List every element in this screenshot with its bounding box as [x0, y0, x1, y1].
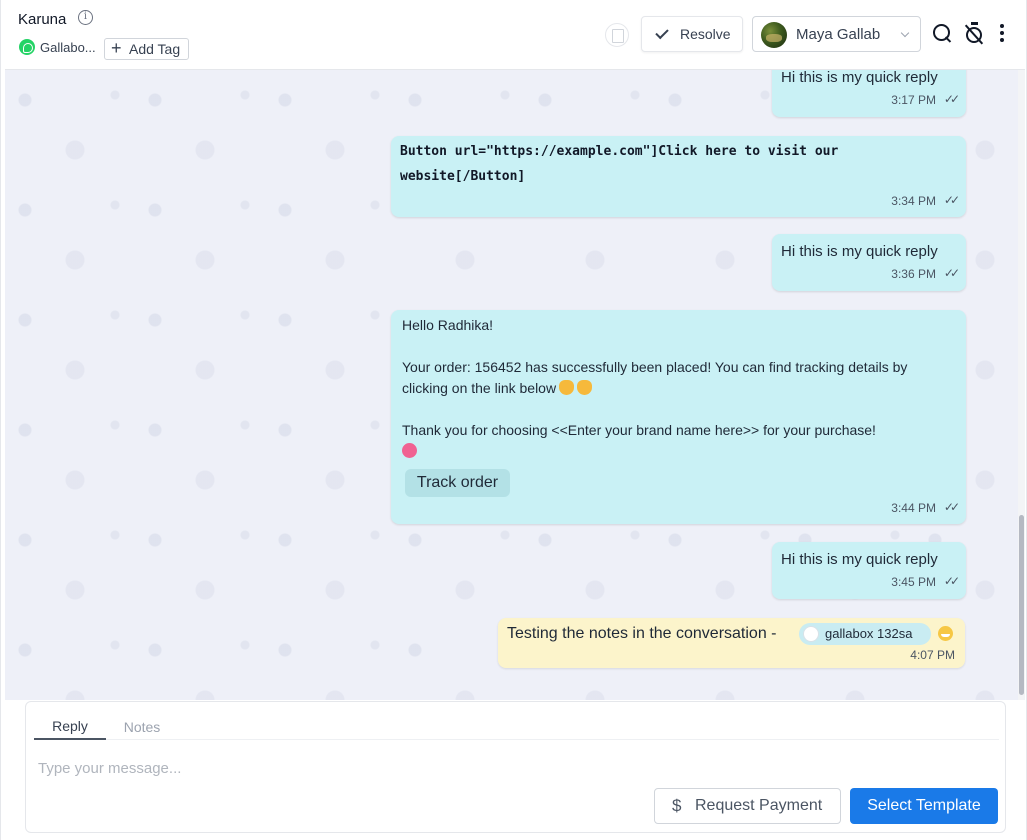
message-time: 3:36 PM	[891, 267, 936, 281]
pointing-down-icon	[577, 380, 593, 395]
message-spacer	[402, 336, 954, 357]
mention-avatar	[803, 626, 819, 642]
double-check-icon: ✓✓	[943, 574, 960, 588]
message-text: Hi this is my quick reply	[781, 70, 938, 86]
note-time: 4:07 PM	[910, 648, 955, 662]
add-tag-button[interactable]: + Add Tag	[104, 38, 189, 60]
message-bubble: Hi this is my quick reply 3:17 PM ✓✓	[772, 70, 966, 117]
note-text: Testing the notes in the conversation -	[507, 625, 777, 642]
tab-reply[interactable]: Reply	[34, 714, 106, 740]
snooze-knob	[971, 22, 978, 25]
message-line: Your order: 156452 has successfully been…	[402, 357, 954, 399]
message-line	[402, 441, 954, 462]
pointing-down-icon	[559, 380, 575, 395]
smile-emoji-icon	[938, 626, 953, 641]
request-payment-label: Request Payment	[695, 797, 823, 814]
message-list[interactable]: Hi this is my quick reply 3:17 PM ✓✓ But…	[5, 70, 1018, 700]
message-line: Button url="https://example.com"]Click h…	[400, 144, 839, 159]
request-payment-button[interactable]: $ Request Payment	[654, 788, 841, 824]
message-text: Hi this is my quick reply	[781, 243, 938, 260]
agent-avatar	[761, 22, 787, 48]
double-check-icon: ✓✓	[943, 193, 960, 207]
scrollbar-thumb[interactable]	[1019, 515, 1024, 695]
snooze-off-icon[interactable]	[964, 22, 986, 46]
conversation-header: Karuna i Gallabo... + Add Tag Resolve Ma…	[5, 0, 1025, 70]
message-spacer	[402, 399, 954, 420]
select-template-button[interactable]: Select Template	[850, 788, 998, 824]
message-bubble: Hi this is my quick reply 3:36 PM ✓✓	[772, 234, 966, 291]
dollar-icon: $	[672, 796, 682, 815]
message-bubble: Hello Radhika! Your order: 156452 has su…	[391, 310, 966, 524]
tab-notes[interactable]: Notes	[114, 714, 170, 740]
assignee-select[interactable]: Maya Gallab	[752, 16, 921, 52]
message-input[interactable]	[38, 757, 638, 779]
more-dot	[1000, 38, 1004, 42]
message-time: 3:17 PM	[891, 93, 936, 107]
note-bubble: Testing the notes in the conversation - …	[498, 618, 965, 668]
more-vertical-icon[interactable]	[999, 24, 1005, 44]
check-icon	[655, 25, 669, 40]
message-time: 3:34 PM	[891, 194, 936, 208]
double-check-icon: ✓✓	[943, 266, 960, 280]
resolve-label: Resolve	[680, 26, 731, 42]
more-dot	[1000, 31, 1004, 35]
message-text: Hi this is my quick reply	[781, 551, 938, 568]
message-bubble: Button url="https://example.com"]Click h…	[391, 136, 966, 217]
message-body: Thank you for choosing <<Enter your bran…	[402, 422, 876, 438]
double-check-icon: ✓✓	[943, 500, 960, 514]
composer-tabs: Reply Notes	[34, 714, 999, 740]
more-dot	[1000, 24, 1004, 28]
double-check-icon: ✓✓	[943, 92, 960, 106]
search-icon[interactable]	[933, 24, 953, 44]
add-tag-label: Add Tag	[129, 41, 181, 57]
message-line: website[/Button]	[400, 169, 526, 184]
message-line: Thank you for choosing <<Enter your bran…	[402, 420, 954, 441]
mention-chip[interactable]: gallabox 132sa	[799, 623, 931, 645]
message-text: Button url="https://example.com"]Click h…	[400, 139, 838, 189]
mention-name: gallabox 132sa	[825, 626, 913, 641]
message-composer: Reply Notes $ Request Payment Select Tem…	[25, 701, 1006, 833]
message-text: Hello Radhika! Your order: 156452 has su…	[402, 315, 954, 462]
conversation-view: Karuna i Gallabo... + Add Tag Resolve Ma…	[0, 0, 1027, 840]
message-time: 3:44 PM	[891, 501, 936, 515]
contact-name[interactable]: Karuna	[18, 11, 66, 28]
track-order-button[interactable]: Track order	[405, 469, 510, 497]
plus-icon: +	[111, 38, 122, 58]
resolve-button[interactable]: Resolve	[641, 16, 743, 52]
channel-name: Gallabo...	[40, 40, 96, 55]
bouquet-icon	[402, 443, 417, 458]
chevron-down-icon	[900, 28, 910, 38]
message-time: 3:45 PM	[891, 575, 936, 589]
message-greeting: Hello Radhika!	[402, 317, 494, 333]
info-icon[interactable]: i	[78, 10, 93, 25]
whatsapp-icon	[19, 39, 35, 55]
message-body: Your order: 156452 has successfully been…	[402, 359, 908, 396]
document-icon[interactable]	[605, 23, 629, 47]
agent-name: Maya Gallab	[796, 26, 881, 43]
message-bubble: Hi this is my quick reply 3:45 PM ✓✓	[772, 542, 966, 599]
